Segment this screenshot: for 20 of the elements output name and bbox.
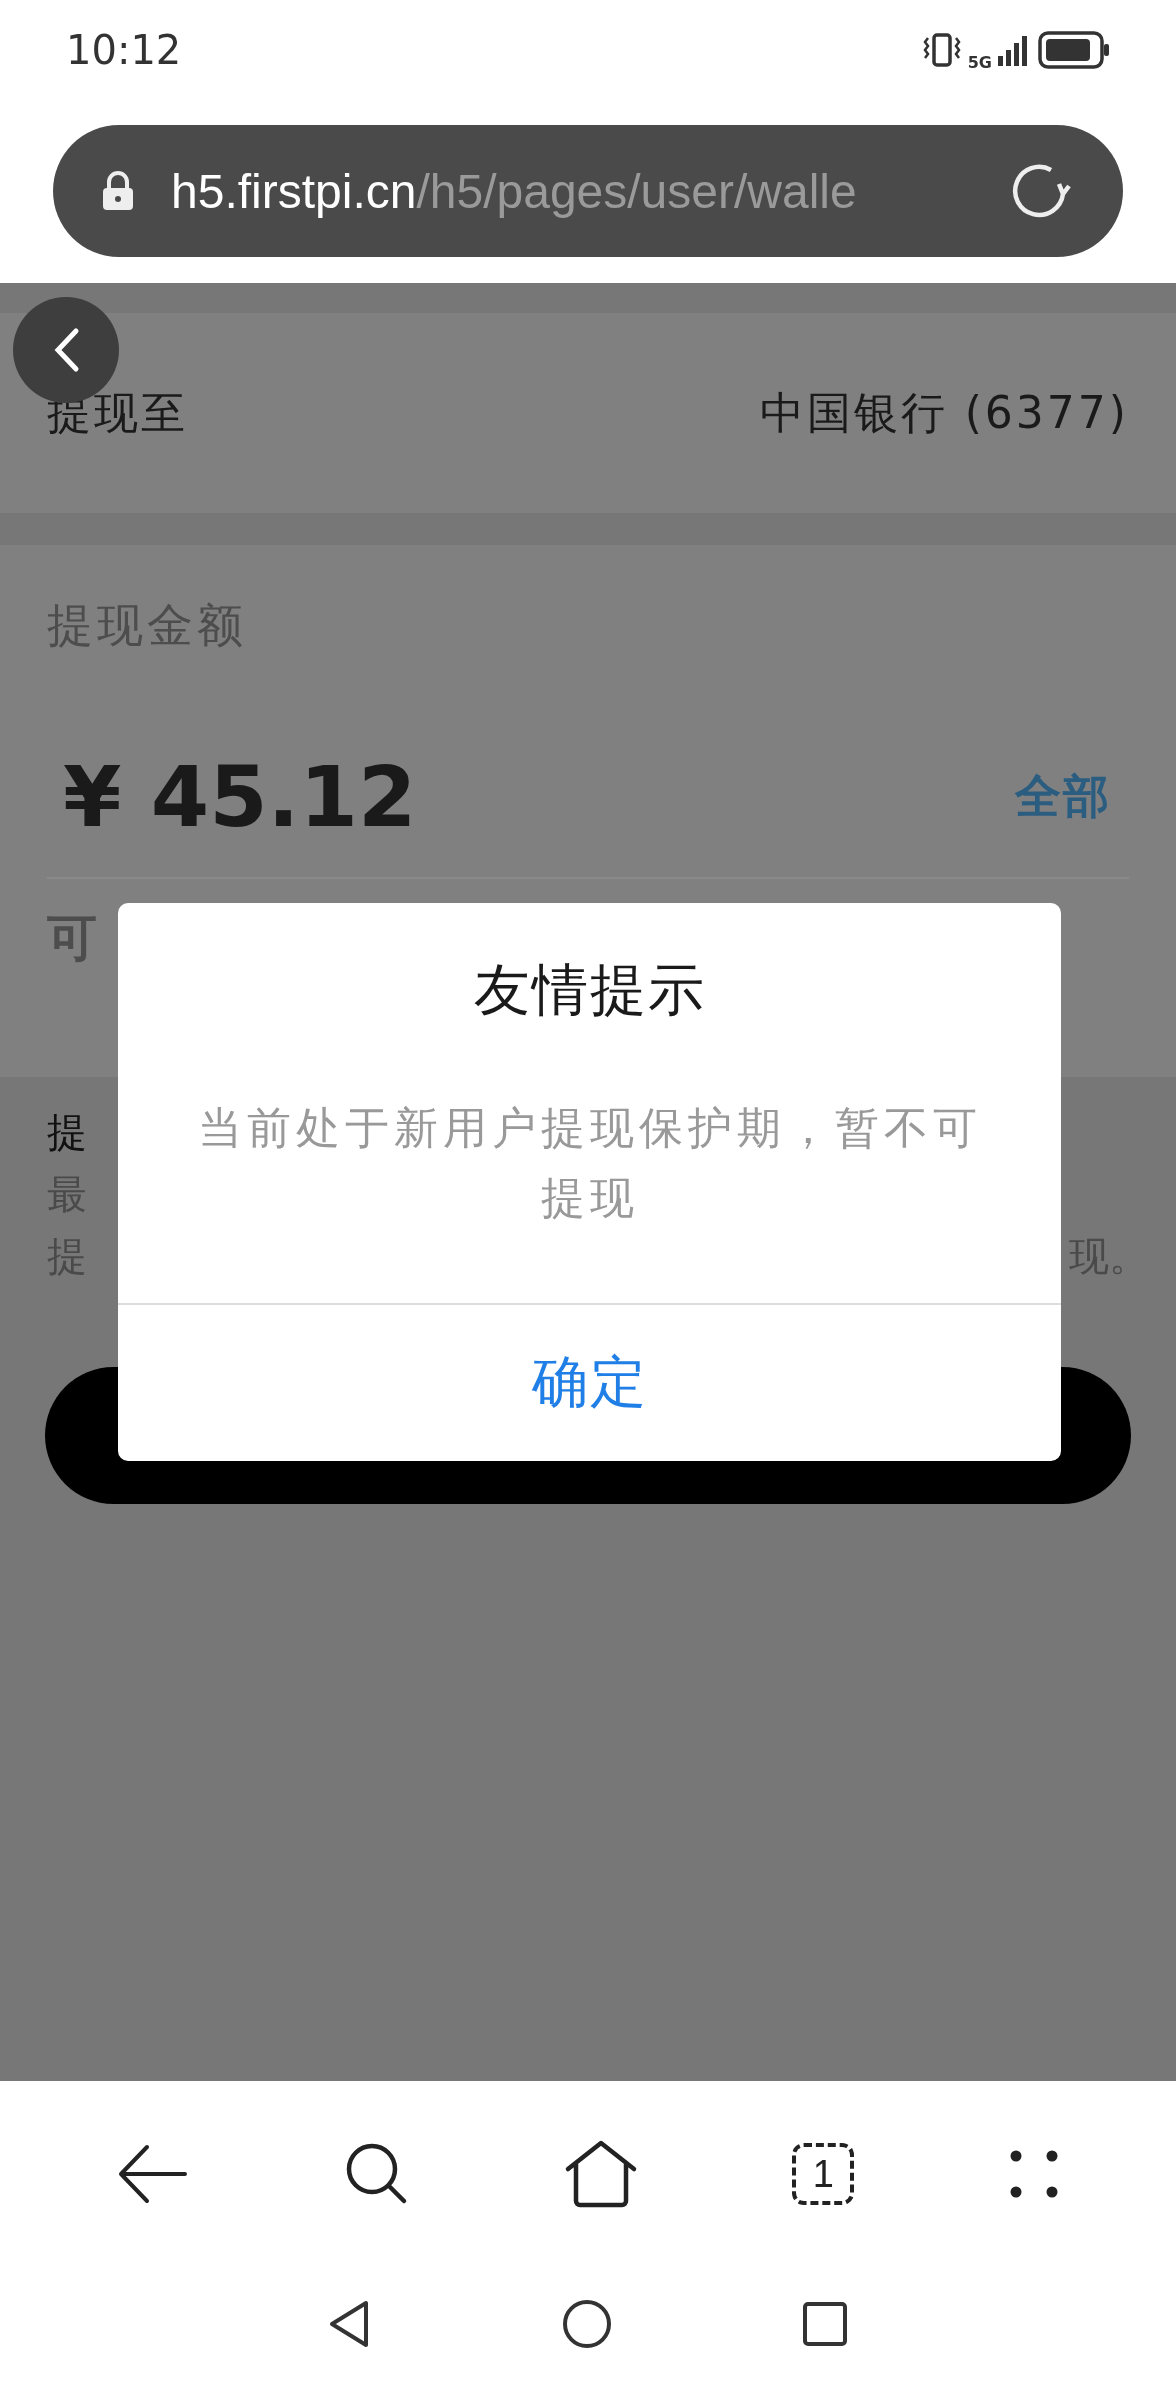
more-icon[interactable] <box>1008 2149 1059 2200</box>
confirm-button[interactable]: 确定 <box>118 1303 1061 1462</box>
network-label: 5G <box>967 53 992 73</box>
bank-account[interactable]: 中国银行 (6377) <box>759 383 1129 443</box>
home-icon[interactable] <box>563 2139 638 2210</box>
battery-icon <box>1038 30 1110 69</box>
dialog-message: 当前处于新用户提现保护期，暂不可提现 <box>196 1101 983 1226</box>
lock-icon <box>101 170 135 213</box>
tip-text: 提 <box>47 1107 87 1157</box>
status-time: 10:12 <box>66 26 182 73</box>
nav-recents-icon[interactable] <box>802 2300 848 2347</box>
url-domain: h5.firstpi.cn <box>171 164 417 218</box>
url-path: /h5/pages/user/walle <box>416 164 857 218</box>
dialog-title: 友情提示 <box>473 956 706 1025</box>
vibrate-icon <box>921 31 962 68</box>
tabs-button[interactable]: 1 <box>792 2143 855 2206</box>
nav-home-icon[interactable] <box>562 2298 612 2349</box>
back-arrow-icon[interactable] <box>117 2143 190 2206</box>
address-bar[interactable]: h5.firstpi.cn/h5/pages/user/walle <box>53 125 1123 258</box>
amount-value[interactable]: ¥ 45.12 <box>63 748 417 847</box>
